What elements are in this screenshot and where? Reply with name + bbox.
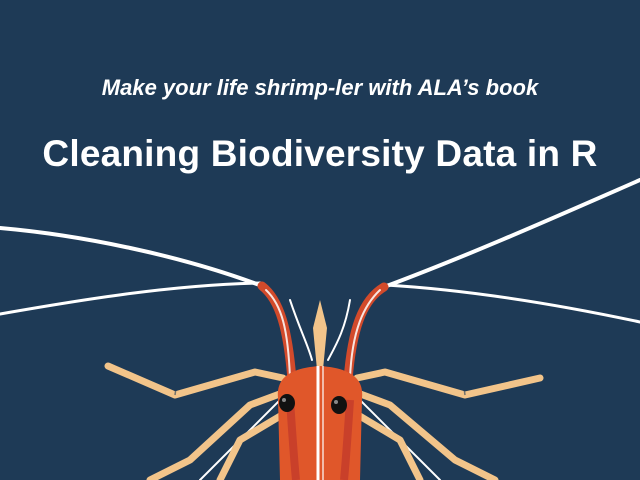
- right-eye-icon: [331, 396, 347, 414]
- promo-banner: Make your life shrimp-ler with ALA’s boo…: [0, 0, 640, 480]
- shrimp-illustration: [0, 178, 640, 480]
- subtitle: Make your life shrimp-ler with ALA’s boo…: [101, 75, 539, 100]
- left-eye-icon: [279, 394, 295, 412]
- page-title: Cleaning Biodiversity Data in R: [42, 133, 598, 174]
